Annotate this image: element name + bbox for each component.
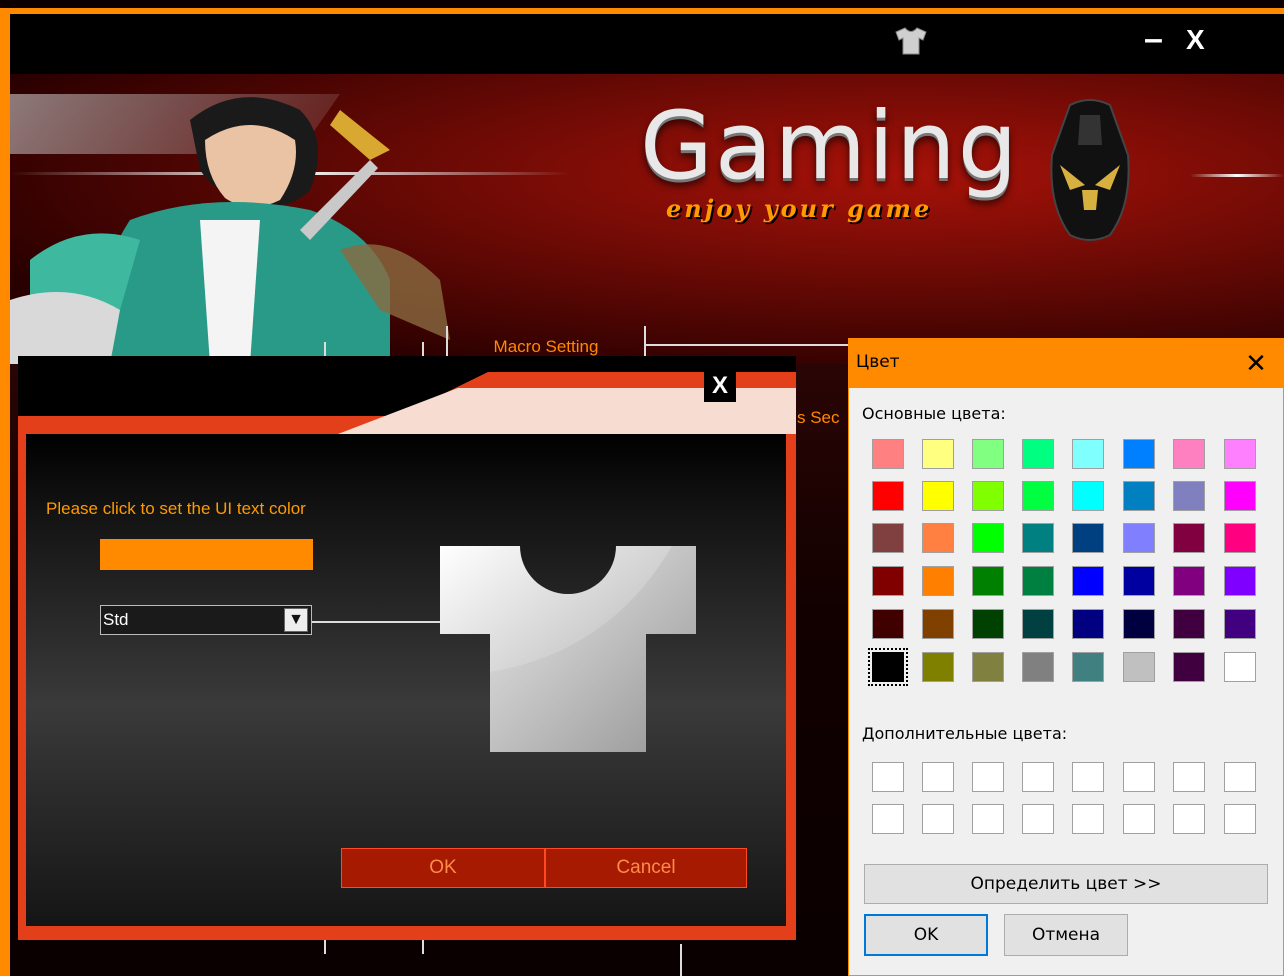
hero-character-image (10, 97, 450, 364)
basic-color-swatch[interactable] (1072, 481, 1104, 511)
basic-color-swatch[interactable] (872, 523, 904, 553)
basic-color-swatch[interactable] (1173, 652, 1205, 682)
picker-cancel-button[interactable]: Отмена (1004, 914, 1128, 956)
custom-color-swatch[interactable] (1224, 804, 1256, 834)
basic-color-swatch[interactable] (868, 648, 908, 686)
basic-color-swatch[interactable] (922, 439, 954, 469)
basic-color-swatch[interactable] (872, 566, 904, 596)
basic-color-swatch[interactable] (972, 566, 1004, 596)
basic-color-swatch[interactable] (1173, 523, 1205, 553)
basic-color-swatch[interactable] (872, 609, 904, 639)
basic-color-swatch[interactable] (872, 439, 904, 469)
basic-color-swatch[interactable] (1123, 439, 1155, 469)
basic-color-swatch[interactable] (972, 439, 1004, 469)
basic-color-swatch[interactable] (1123, 652, 1155, 682)
custom-color-swatch[interactable] (1022, 762, 1054, 792)
custom-color-swatch[interactable] (972, 762, 1004, 792)
basic-color-swatch[interactable] (1072, 652, 1104, 682)
brand-title: Gaming (640, 92, 1020, 201)
basic-color-swatch[interactable] (922, 609, 954, 639)
color-dialog-cancel-button[interactable]: Cancel (545, 848, 747, 888)
custom-color-swatch[interactable] (1123, 762, 1155, 792)
custom-color-swatch[interactable] (1072, 762, 1104, 792)
custom-color-swatch[interactable] (1224, 762, 1256, 792)
basic-color-swatch[interactable] (1072, 566, 1104, 596)
basic-color-swatch[interactable] (1072, 523, 1104, 553)
basic-color-swatch[interactable] (1123, 609, 1155, 639)
ui-text-color-swatch[interactable] (100, 539, 313, 570)
basic-color-swatch[interactable] (1123, 481, 1155, 511)
basic-color-swatch[interactable] (1022, 523, 1054, 553)
basic-color-swatch[interactable] (972, 523, 1004, 553)
close-button[interactable]: X (1186, 24, 1205, 56)
basic-color-swatch[interactable] (1022, 481, 1054, 511)
chevron-down-icon[interactable]: ▼ (284, 608, 308, 632)
custom-color-swatch[interactable] (872, 804, 904, 834)
basic-color-swatch[interactable] (1072, 439, 1104, 469)
color-dialog-close-button[interactable]: X (704, 370, 736, 402)
custom-color-swatch[interactable] (1173, 762, 1205, 792)
custom-color-swatch[interactable] (922, 762, 954, 792)
basic-color-swatch[interactable] (1022, 652, 1054, 682)
basic-color-swatch[interactable] (922, 566, 954, 596)
color-dialog-header (18, 356, 796, 434)
basic-color-swatch[interactable] (922, 481, 954, 511)
connector-line (312, 621, 440, 623)
custom-color-swatch[interactable] (922, 804, 954, 834)
basic-color-swatch[interactable] (972, 609, 1004, 639)
window-left-border (0, 8, 10, 976)
custom-color-swatch[interactable] (872, 762, 904, 792)
app-titlebar: – X (10, 14, 1284, 74)
minimize-button[interactable]: – (1144, 20, 1163, 59)
basic-color-swatch[interactable] (1224, 609, 1256, 639)
brand-subtitle: enjoy your game (666, 194, 933, 223)
style-select-value: Std (103, 610, 129, 629)
basic-color-swatch[interactable] (1022, 609, 1054, 639)
picker-ok-button[interactable]: OK (864, 914, 988, 956)
basic-color-swatch[interactable] (922, 652, 954, 682)
custom-color-swatch[interactable] (1072, 804, 1104, 834)
gaming-mouse-image (1050, 99, 1130, 241)
basic-color-swatch[interactable] (1173, 481, 1205, 511)
basic-color-swatch[interactable] (1224, 481, 1256, 511)
basic-color-swatch[interactable] (1123, 566, 1155, 596)
basic-color-swatch[interactable] (972, 652, 1004, 682)
basic-colors-label: Основные цвета: (862, 404, 1006, 423)
basic-color-swatch[interactable] (872, 481, 904, 511)
basic-color-swatch[interactable] (1123, 523, 1155, 553)
basic-color-swatch[interactable] (1072, 609, 1104, 639)
custom-color-swatch[interactable] (1022, 804, 1054, 834)
close-icon[interactable]: ✕ (1236, 344, 1276, 384)
custom-color-swatch[interactable] (1123, 804, 1155, 834)
basic-color-swatch[interactable] (1173, 439, 1205, 469)
color-dialog-ok-button[interactable]: OK (341, 848, 545, 888)
basic-color-swatch[interactable] (1173, 609, 1205, 639)
basic-color-swatch[interactable] (972, 481, 1004, 511)
basic-color-swatch[interactable] (922, 523, 954, 553)
basic-color-swatch[interactable] (1173, 566, 1205, 596)
basic-color-swatch[interactable] (1224, 523, 1256, 553)
define-color-button[interactable]: Определить цвет >> (864, 864, 1268, 904)
color-picker-titlebar (848, 338, 1284, 388)
tshirt-icon[interactable] (894, 26, 928, 64)
custom-color-swatch[interactable] (972, 804, 1004, 834)
tab-partial-label[interactable]: s Sec (797, 408, 840, 428)
custom-colors-label: Дополнительные цвета: (862, 724, 1068, 743)
custom-color-swatch[interactable] (1173, 804, 1205, 834)
tshirt-preview-icon (440, 546, 696, 752)
basic-color-swatch[interactable] (1224, 566, 1256, 596)
color-picker-title: Цвет (856, 352, 900, 372)
color-prompt-text: Please click to set the UI text color (46, 499, 306, 518)
basic-color-swatch[interactable] (1224, 439, 1256, 469)
basic-color-swatch[interactable] (1022, 439, 1054, 469)
basic-color-swatch[interactable] (1022, 566, 1054, 596)
style-select[interactable] (100, 605, 312, 635)
basic-color-swatch[interactable] (1224, 652, 1256, 682)
